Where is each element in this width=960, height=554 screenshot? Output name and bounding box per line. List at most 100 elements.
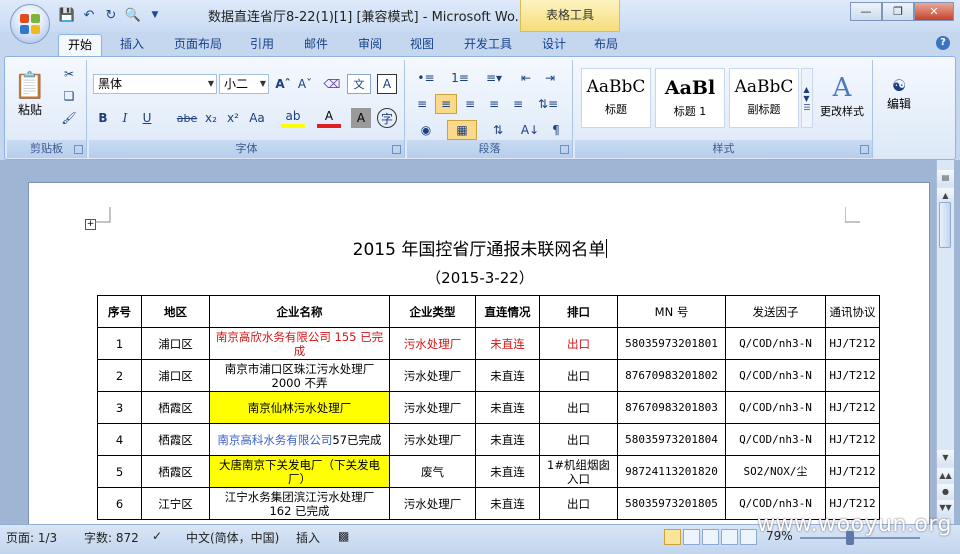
grow-font-icon[interactable]: Aˆ <box>273 74 293 94</box>
tab-view[interactable]: 视图 <box>400 34 444 56</box>
tab-mailings[interactable]: 邮件 <box>294 34 338 56</box>
enclose-characters-icon[interactable]: 字 <box>377 108 397 128</box>
report-table[interactable]: 序号 地区 企业名称 企业类型 直连情况 排口 MN 号 发送因子 通讯协议 1… <box>97 295 880 520</box>
style-subtitle[interactable]: AaBbC 副标题 <box>729 68 799 128</box>
word-count[interactable]: 字数: 872 <box>84 529 139 546</box>
numbering-icon[interactable]: 1≡ <box>445 68 475 88</box>
prev-page-icon[interactable]: ▲▲ <box>937 468 954 484</box>
character-border-icon[interactable]: A <box>377 74 397 94</box>
font-color-icon[interactable]: A <box>317 108 341 128</box>
style-title[interactable]: AaBbC 标题 <box>581 68 651 128</box>
italic-button[interactable]: I <box>115 108 135 128</box>
tab-design[interactable]: 设计 <box>532 34 576 56</box>
align-left-icon[interactable]: ≡ <box>411 94 433 114</box>
font-family-select[interactable]: 黑体 ▼ <box>93 74 217 94</box>
shrink-font-icon[interactable]: Aˇ <box>295 74 315 94</box>
tab-developer[interactable]: 开发工具 <box>456 34 520 56</box>
undo-icon[interactable]: ↶ <box>80 6 98 24</box>
decrease-indent-icon[interactable]: ⇤ <box>515 68 537 88</box>
header-factor: 发送因子 <box>725 295 826 328</box>
bold-button[interactable]: B <box>93 108 113 128</box>
font-size-select[interactable]: 小二 ▼ <box>219 74 269 94</box>
cut-icon[interactable]: ✂ <box>59 64 79 84</box>
align-center-icon[interactable]: ≡ <box>435 94 457 114</box>
tab-home[interactable]: 开始 <box>58 34 102 56</box>
close-button[interactable]: ✕ <box>914 2 954 21</box>
zoom-slider[interactable] <box>800 537 920 539</box>
clear-format-icon[interactable]: ⌫ <box>321 74 343 94</box>
scroll-down-icon[interactable]: ▼ <box>937 450 954 466</box>
print-layout-view-icon[interactable] <box>664 529 681 545</box>
shading-icon[interactable]: ◉ <box>411 120 441 140</box>
paragraph-launcher-icon[interactable] <box>560 145 569 154</box>
print-preview-icon[interactable]: 🔍 <box>124 6 142 24</box>
distributed-icon[interactable]: ≡ <box>507 94 529 114</box>
tab-insert[interactable]: 插入 <box>110 34 154 56</box>
document-page[interactable]: + 2015 年国控省厅通报未联网名单 （2015-3-22） 序号 地区 企业… <box>28 182 930 528</box>
redo-icon[interactable]: ↻ <box>102 6 120 24</box>
tab-layout[interactable]: 布局 <box>584 34 628 56</box>
subscript-button[interactable]: x₂ <box>201 108 221 128</box>
styles-scroll-icon[interactable]: ▲ ▼ ☰ <box>801 68 813 128</box>
align-right-icon[interactable]: ≡ <box>459 94 481 114</box>
sort-text-icon[interactable]: ⇅ <box>483 120 513 140</box>
tab-references[interactable]: 引用 <box>240 34 284 56</box>
scroll-thumb[interactable] <box>939 202 951 248</box>
increase-indent-icon[interactable]: ⇥ <box>539 68 561 88</box>
language-indicator[interactable]: 中文(简体，中国) <box>186 529 279 546</box>
insert-mode[interactable]: 插入 <box>296 529 320 546</box>
justify-icon[interactable]: ≡ <box>483 94 505 114</box>
underline-button[interactable]: U <box>137 108 157 128</box>
outline-view-icon[interactable] <box>721 529 738 545</box>
tab-review[interactable]: 审阅 <box>348 34 392 56</box>
header-protocol: 通讯协议 <box>825 295 880 328</box>
help-icon[interactable]: ? <box>936 36 950 50</box>
select-browse-object-icon[interactable]: ● <box>937 484 954 500</box>
tab-page-layout[interactable]: 页面布局 <box>166 34 230 56</box>
quick-access-toolbar: 💾 ↶ ↻ 🔍 ▼ <box>58 6 164 24</box>
borders-icon[interactable]: ▦ <box>447 120 477 140</box>
phonetic-guide-icon[interactable]: 文 <box>347 74 371 94</box>
proofing-icon[interactable]: ✓ <box>152 529 162 543</box>
office-button[interactable] <box>10 4 50 44</box>
title-bar: 💾 ↶ ↻ 🔍 ▼ 数据直连省厅8-22(1)[1] [兼容模式] - Micr… <box>0 0 960 32</box>
highlight-color-icon[interactable]: ab <box>281 108 305 128</box>
ruler-toggle-icon[interactable]: ▤ <box>937 170 954 186</box>
sort-icon[interactable]: A↓ <box>519 120 541 140</box>
character-shading-icon[interactable]: A <box>351 108 371 128</box>
change-styles-button[interactable]: A 更改样式 <box>815 64 869 128</box>
watermark: www.wooyun.org <box>757 512 952 537</box>
draft-view-icon[interactable] <box>740 529 757 545</box>
clipboard-launcher-icon[interactable] <box>74 145 83 154</box>
font-label: 字体 <box>89 140 404 158</box>
paste-button[interactable]: 📋 粘贴 <box>13 64 47 124</box>
header-no: 序号 <box>97 295 142 328</box>
multilevel-list-icon[interactable]: ≡▾ <box>479 68 509 88</box>
styles-group: AaBbC 标题 AaBl 标题 1 AaBbC 副标题 ▲ ▼ ☰ A 更改样式 … <box>575 60 873 158</box>
font-launcher-icon[interactable] <box>392 145 401 154</box>
document-workspace: + 2015 年国控省厅通报未联网名单 （2015-3-22） 序号 地区 企业… <box>0 160 960 528</box>
bullets-icon[interactable]: •≡ <box>411 68 441 88</box>
superscript-button[interactable]: x² <box>223 108 243 128</box>
binoculars-icon: ☯ <box>891 76 907 95</box>
macro-record-icon[interactable]: ▩ <box>338 529 349 543</box>
style-heading-1[interactable]: AaBl 标题 1 <box>655 68 725 128</box>
minimize-button[interactable]: — <box>850 2 882 21</box>
format-painter-icon[interactable]: 🖌 <box>59 108 79 128</box>
customize-icon[interactable]: ▼ <box>146 6 164 24</box>
office-logo-icon <box>20 14 40 34</box>
strikethrough-button[interactable]: abe <box>175 108 199 128</box>
styles-label: 样式 <box>575 140 872 158</box>
page-indicator[interactable]: 页面: 1/3 <box>6 529 57 546</box>
styles-launcher-icon[interactable] <box>860 145 869 154</box>
vertical-scrollbar[interactable]: ▤ ▲ ▼ ▲▲ ● ▼▼ <box>936 160 954 524</box>
restore-button[interactable]: ❐ <box>882 2 914 21</box>
show-marks-icon[interactable]: ¶ <box>545 120 567 140</box>
copy-icon[interactable]: ❏ <box>59 86 79 106</box>
change-case-button[interactable]: Aa <box>245 108 269 128</box>
editing-button[interactable]: ☯ 编辑 <box>881 64 917 124</box>
save-icon[interactable]: 💾 <box>58 6 76 24</box>
line-spacing-icon[interactable]: ⇅≡ <box>533 94 563 114</box>
full-screen-view-icon[interactable] <box>683 529 700 545</box>
web-layout-view-icon[interactable] <box>702 529 719 545</box>
